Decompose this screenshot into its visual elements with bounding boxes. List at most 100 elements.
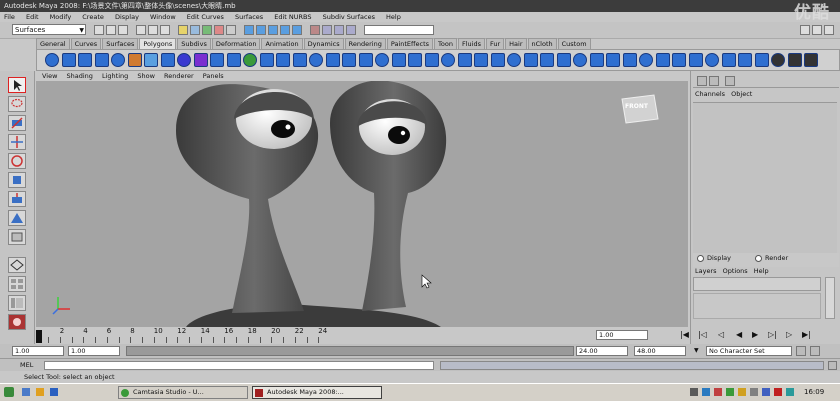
shelf-tool-icon[interactable]	[672, 53, 686, 67]
step-forward-icon[interactable]: ▷	[786, 330, 792, 339]
shelf-tool-icon[interactable]	[391, 53, 406, 67]
ipr-render-icon[interactable]	[334, 25, 344, 35]
shelf-tool-icon[interactable]	[556, 53, 571, 67]
soft-modification-icon[interactable]	[8, 210, 26, 226]
tray-icon[interactable]	[774, 388, 782, 396]
shelf-tool-icon[interactable]	[78, 53, 92, 67]
current-time-field[interactable]: 1.00	[596, 330, 648, 340]
layer-list[interactable]	[693, 293, 821, 319]
character-set-field[interactable]: No Character Set	[706, 346, 792, 356]
script-editor-icon[interactable]	[828, 361, 837, 370]
panel-menu-lighting[interactable]: Lighting	[102, 72, 128, 80]
go-to-end-icon[interactable]: ▶|	[802, 330, 811, 339]
shelf-tool-icon[interactable]	[804, 53, 818, 67]
show-tool-settings-icon[interactable]	[812, 25, 822, 35]
panel-menu-view[interactable]: View	[42, 72, 57, 80]
object-menu[interactable]: Object	[731, 90, 752, 98]
channel-layout-icon[interactable]	[697, 76, 707, 86]
shelf-tool-icon[interactable]	[309, 53, 323, 67]
go-to-start-icon[interactable]: |◀	[680, 330, 689, 339]
menu-modify[interactable]: Modify	[50, 13, 72, 21]
quick-launch-icon[interactable]	[50, 388, 58, 396]
tray-icon[interactable]	[750, 388, 758, 396]
tray-icon[interactable]	[702, 388, 710, 396]
shelf-tool-icon[interactable]	[177, 53, 191, 67]
playback-start-field[interactable]: 1.00	[68, 346, 120, 356]
quick-launch-icon[interactable]	[36, 388, 44, 396]
start-icon[interactable]	[4, 387, 14, 397]
shelf-tool-icon[interactable]	[490, 53, 505, 67]
four-view-layout-icon[interactable]	[8, 276, 26, 292]
shelf-tool-icon[interactable]	[606, 53, 620, 67]
surface-icon[interactable]	[214, 25, 224, 35]
shelf-tool-icon[interactable]	[589, 53, 604, 67]
auto-key-icon[interactable]	[796, 346, 806, 356]
shelf-tool-icon[interactable]	[474, 53, 488, 67]
show-channel-box-icon[interactable]	[824, 25, 834, 35]
shelf-tool-icon[interactable]	[292, 53, 307, 67]
open-scene-icon[interactable]	[106, 25, 116, 35]
perspective-viewport[interactable]: FRONT	[36, 81, 688, 327]
layer-row[interactable]	[693, 277, 821, 291]
layer-scrollbar[interactable]	[825, 277, 835, 319]
shelf-tool-icon[interactable]	[127, 53, 142, 67]
shelf-tool-icon[interactable]	[243, 53, 257, 67]
display-radio[interactable]	[697, 255, 704, 262]
universal-manipulator-icon[interactable]	[8, 191, 26, 207]
menu-create[interactable]: Create	[82, 13, 104, 21]
shelf-tool-icon[interactable]	[721, 53, 736, 67]
shelf-tool-icon[interactable]	[193, 53, 208, 67]
command-input[interactable]	[44, 361, 434, 370]
snap-view-icon[interactable]	[280, 25, 290, 35]
shelf-tool-icon[interactable]	[358, 53, 373, 67]
show-manipulator-icon[interactable]	[8, 229, 26, 245]
command-language-label[interactable]: MEL	[20, 361, 33, 369]
menu-help[interactable]: Help	[386, 13, 401, 21]
show-attribute-editor-icon[interactable]	[800, 25, 810, 35]
play-forward-icon[interactable]: ▶	[752, 330, 758, 339]
options-menu[interactable]: Options	[723, 267, 748, 275]
shelf-tool-icon[interactable]	[226, 53, 241, 67]
curve-icon[interactable]	[202, 25, 212, 35]
layers-menu[interactable]: Layers	[695, 267, 717, 275]
layer-layout-icon[interactable]	[709, 76, 719, 86]
render-icon[interactable]	[322, 25, 332, 35]
shelf-tool-icon[interactable]	[523, 53, 538, 67]
snap-live-icon[interactable]	[292, 25, 302, 35]
select-object-icon[interactable]	[148, 25, 158, 35]
panel-menu-show[interactable]: Show	[137, 72, 155, 80]
select-hierarchy-icon[interactable]	[136, 25, 146, 35]
select-tool-icon[interactable]	[8, 77, 26, 93]
snap-grid-icon[interactable]	[244, 25, 254, 35]
animation-start-field[interactable]: 1.00	[12, 346, 64, 356]
move-tool-icon[interactable]	[8, 134, 26, 150]
shelf-tool-icon[interactable]	[441, 53, 455, 67]
tray-icon[interactable]	[786, 388, 794, 396]
shelf-tool-icon[interactable]	[688, 53, 703, 67]
chevron-down-icon[interactable]: ▼	[694, 347, 699, 354]
render-radio[interactable]	[755, 255, 762, 262]
shelf-tool-icon[interactable]	[639, 53, 653, 67]
snap-point-icon[interactable]	[268, 25, 278, 35]
menu-set-dropdown[interactable]: Surfaces ▼	[12, 24, 86, 35]
shelf-tool-icon[interactable]	[655, 53, 670, 67]
quick-select-input[interactable]	[364, 25, 434, 35]
panel-menu-shading[interactable]: Shading	[67, 72, 93, 80]
select-component-icon[interactable]	[160, 25, 170, 35]
shelf-tool-icon[interactable]	[45, 53, 59, 67]
shelf-tool-icon[interactable]	[276, 53, 290, 67]
menu-file[interactable]: File	[4, 13, 15, 21]
taskbar-item-camtasia[interactable]: Camtasia Studio - U...	[118, 386, 248, 399]
shelf-tool-icon[interactable]	[210, 53, 224, 67]
shelf-tool-icon[interactable]	[408, 53, 422, 67]
scale-tool-icon[interactable]	[8, 172, 26, 188]
single-perspective-layout-icon[interactable]	[8, 257, 26, 273]
panel-menu-renderer[interactable]: Renderer	[164, 72, 194, 80]
animation-preferences-icon[interactable]	[810, 346, 820, 356]
shelf-tool-icon[interactable]	[94, 53, 109, 67]
tray-icon[interactable]	[738, 388, 746, 396]
outliner-layout-icon[interactable]	[8, 295, 26, 311]
render-settings-icon[interactable]	[346, 25, 356, 35]
menu-subdiv-surfaces[interactable]: Subdiv Surfaces	[323, 13, 375, 21]
shelf-tool-icon[interactable]	[573, 53, 587, 67]
